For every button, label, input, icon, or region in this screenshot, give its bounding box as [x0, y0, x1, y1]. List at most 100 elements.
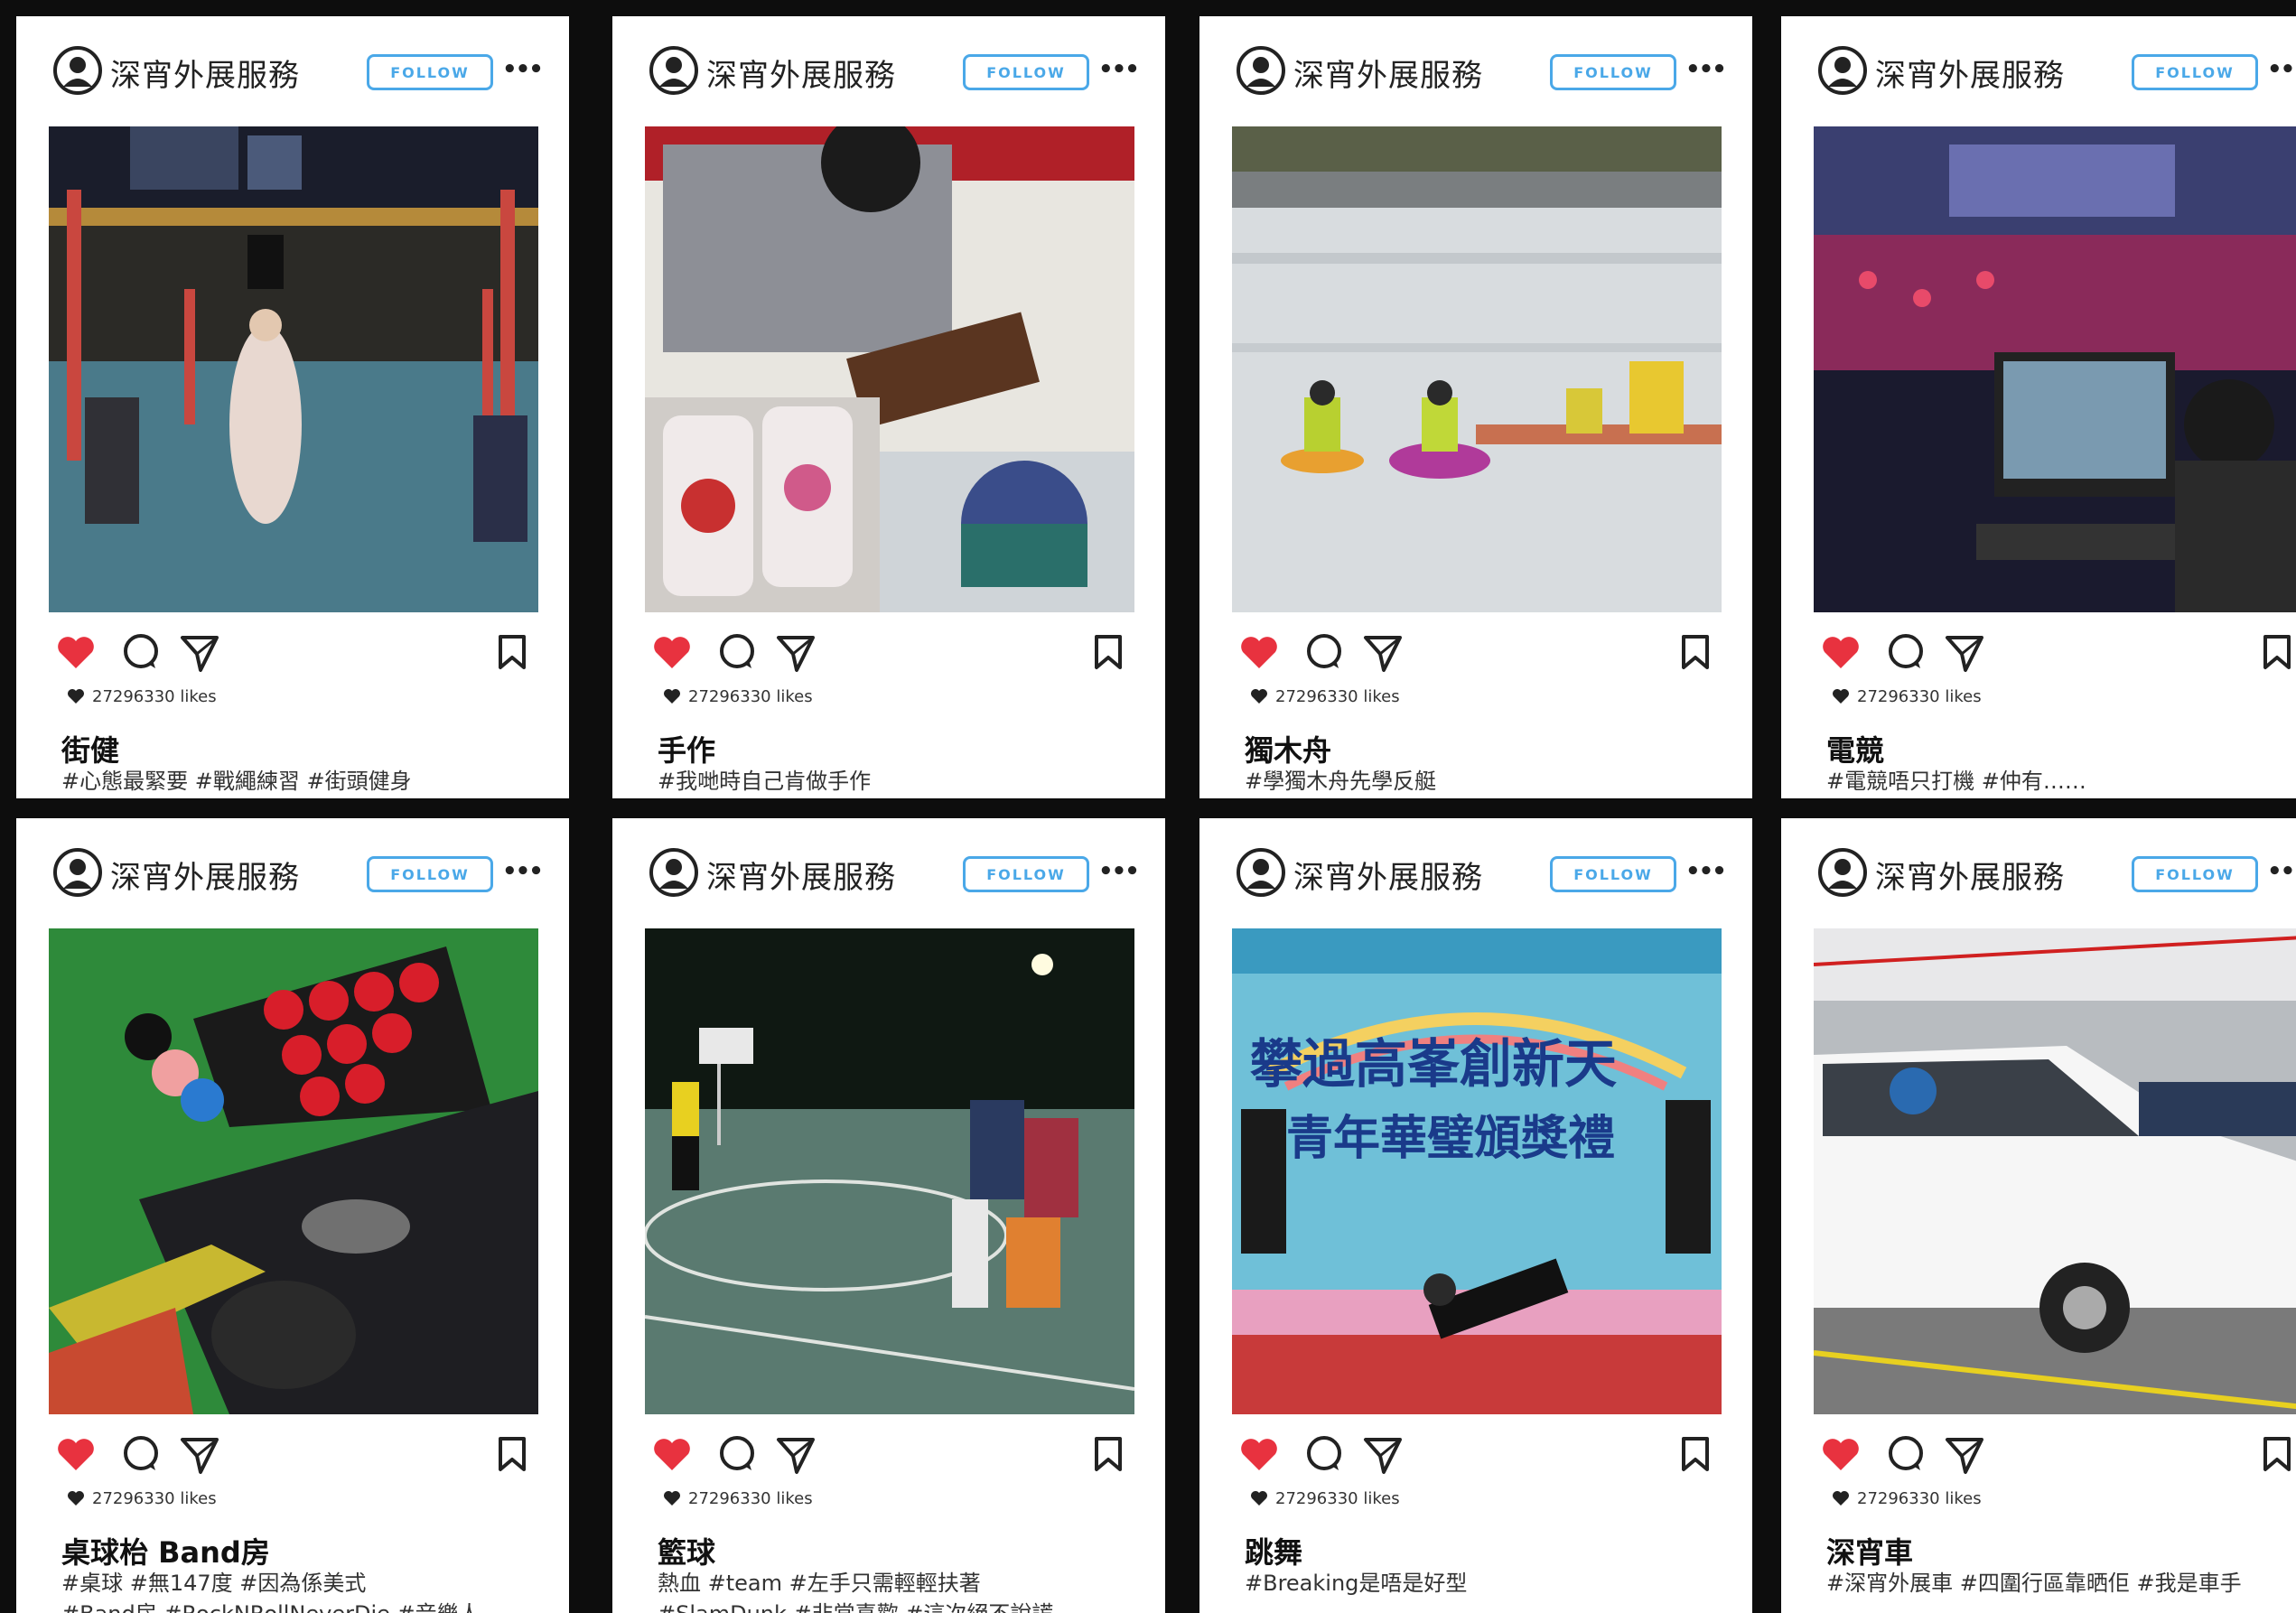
follow-button[interactable]: FOLLOW — [1550, 856, 1676, 892]
comment-icon[interactable] — [717, 632, 757, 672]
likes-count: 27296330 likes — [92, 686, 217, 706]
username[interactable]: 深宵外展服務 — [110, 853, 300, 897]
caption-hashtags: #Breaking是唔是好型 — [1245, 1571, 1468, 1596]
like-heart-icon[interactable] — [56, 634, 96, 670]
likes-count: 27296330 likes — [1857, 1488, 1982, 1508]
follow-button[interactable]: FOLLOW — [963, 54, 1089, 90]
caption-hashtags: #心態最緊要 #戰繩練習 #街頭健身 — [61, 769, 412, 794]
post-photo-basketball[interactable] — [645, 928, 1134, 1414]
follow-button[interactable]: FOLLOW — [2132, 54, 2258, 90]
more-options-icon[interactable]: ••• — [2267, 858, 2296, 885]
caption-title: 手作 — [658, 733, 716, 768]
user-avatar-icon[interactable] — [1817, 45, 1868, 96]
username[interactable]: 深宵外展服務 — [1293, 853, 1483, 897]
caption-hashtags: #電競唔只打機 #仲有…… — [1826, 769, 2086, 794]
comment-icon[interactable] — [121, 632, 161, 672]
follow-button[interactable]: FOLLOW — [367, 54, 493, 90]
username[interactable]: 深宵外展服務 — [1293, 51, 1483, 95]
likes-row: 27296330 likes — [663, 1488, 813, 1508]
username[interactable]: 深宵外展服務 — [110, 51, 300, 95]
more-options-icon[interactable]: ••• — [502, 56, 544, 83]
likes-heart-icon — [68, 1491, 84, 1506]
username[interactable]: 深宵外展服務 — [706, 853, 896, 897]
like-heart-icon[interactable] — [56, 1436, 96, 1472]
post-photo-van[interactable] — [1814, 928, 2296, 1414]
username[interactable]: 深宵外展服務 — [1875, 853, 2065, 897]
comment-icon[interactable] — [1304, 1434, 1344, 1474]
post-card: 深宵外展服務 FOLLOW ••• — [16, 16, 569, 798]
comment-icon[interactable] — [1886, 1434, 1926, 1474]
username[interactable]: 深宵外展服務 — [706, 51, 896, 95]
bookmark-icon[interactable] — [1093, 1436, 1124, 1472]
more-options-icon[interactable]: ••• — [1685, 56, 1727, 83]
user-avatar-icon[interactable] — [1817, 847, 1868, 898]
post-photo-handicraft[interactable] — [645, 126, 1134, 612]
bookmark-icon[interactable] — [497, 634, 527, 670]
follow-button[interactable]: FOLLOW — [1550, 54, 1676, 90]
post-actions — [16, 1431, 569, 1485]
likes-heart-icon — [1833, 689, 1849, 704]
share-icon[interactable] — [179, 1434, 220, 1476]
caption-hashtags: 熱血 #team #左手只需輕輕扶著 #SlamDunk #非常喜歡 #這次絕不… — [658, 1571, 1053, 1613]
user-avatar-icon[interactable] — [1236, 45, 1286, 96]
bookmark-icon[interactable] — [2262, 1436, 2292, 1472]
user-avatar-icon[interactable] — [52, 847, 103, 898]
likes-row: 27296330 likes — [67, 1488, 217, 1508]
user-avatar-icon[interactable] — [1236, 847, 1286, 898]
bookmark-icon[interactable] — [1093, 634, 1124, 670]
caption-title: 跳舞 — [1245, 1535, 1303, 1570]
post-actions — [1781, 1431, 2296, 1485]
share-icon[interactable] — [775, 632, 817, 674]
comment-icon[interactable] — [717, 1434, 757, 1474]
comment-icon[interactable] — [1886, 632, 1926, 672]
bookmark-icon[interactable] — [1680, 1436, 1711, 1472]
post-header: 深宵外展服務 FOLLOW ••• — [612, 16, 1165, 117]
likes-heart-icon — [1251, 689, 1267, 704]
post-photo-dance[interactable]: 攀過高峯創新天 青年華璧頒獎禮 — [1232, 928, 1722, 1414]
user-avatar-icon[interactable] — [649, 45, 699, 96]
share-icon[interactable] — [1362, 1434, 1404, 1476]
caption-title: 深宵車 — [1826, 1535, 1914, 1570]
share-icon[interactable] — [1944, 632, 1985, 674]
caption-title: 街健 — [61, 733, 120, 768]
share-icon[interactable] — [1944, 1434, 1985, 1476]
likes-count: 27296330 likes — [688, 1488, 813, 1508]
post-grid: 深宵外展服務 FOLLOW ••• 27296330 likes 街健 #心態最… — [0, 0, 2296, 1613]
banner-headline: 攀過高峯創新天 — [1250, 1033, 1617, 1095]
share-icon[interactable] — [775, 1434, 817, 1476]
like-heart-icon[interactable] — [1821, 634, 1861, 670]
follow-button[interactable]: FOLLOW — [963, 856, 1089, 892]
post-photo-kayak[interactable] — [1232, 126, 1722, 612]
user-avatar-icon[interactable] — [649, 847, 699, 898]
more-options-icon[interactable]: ••• — [1685, 858, 1727, 885]
comment-icon[interactable] — [121, 1434, 161, 1474]
post-photo-snooker-band[interactable] — [49, 928, 538, 1414]
bookmark-icon[interactable] — [497, 1436, 527, 1472]
follow-button[interactable]: FOLLOW — [367, 856, 493, 892]
more-options-icon[interactable]: ••• — [502, 858, 544, 885]
like-heart-icon[interactable] — [1239, 634, 1279, 670]
likes-row: 27296330 likes — [1250, 1488, 1400, 1508]
like-heart-icon[interactable] — [652, 634, 692, 670]
more-options-icon[interactable]: ••• — [1098, 858, 1140, 885]
follow-button[interactable]: FOLLOW — [2132, 856, 2258, 892]
post-card: 深宵外展服務 FOLLOW ••• — [1199, 16, 1752, 798]
caption-hashtags: #我哋時自己肯做手作 — [658, 769, 872, 794]
more-options-icon[interactable]: ••• — [2267, 56, 2296, 83]
username[interactable]: 深宵外展服務 — [1875, 51, 2065, 95]
user-avatar-icon[interactable] — [52, 45, 103, 96]
more-options-icon[interactable]: ••• — [1098, 56, 1140, 83]
like-heart-icon[interactable] — [1239, 1436, 1279, 1472]
post-photo-fitness[interactable] — [49, 126, 538, 612]
post-card: 深宵外展服務 FOLLOW ••• — [612, 818, 1165, 1613]
comment-icon[interactable] — [1304, 632, 1344, 672]
bookmark-icon[interactable] — [2262, 634, 2292, 670]
post-photo-esports[interactable] — [1814, 126, 2296, 612]
caption-hashtags: #桌球 #無147度 #因為係美式 #Band房 #RockNRollNever… — [61, 1571, 481, 1613]
share-icon[interactable] — [179, 632, 220, 674]
like-heart-icon[interactable] — [1821, 1436, 1861, 1472]
likes-count: 27296330 likes — [1275, 686, 1400, 706]
bookmark-icon[interactable] — [1680, 634, 1711, 670]
share-icon[interactable] — [1362, 632, 1404, 674]
like-heart-icon[interactable] — [652, 1436, 692, 1472]
